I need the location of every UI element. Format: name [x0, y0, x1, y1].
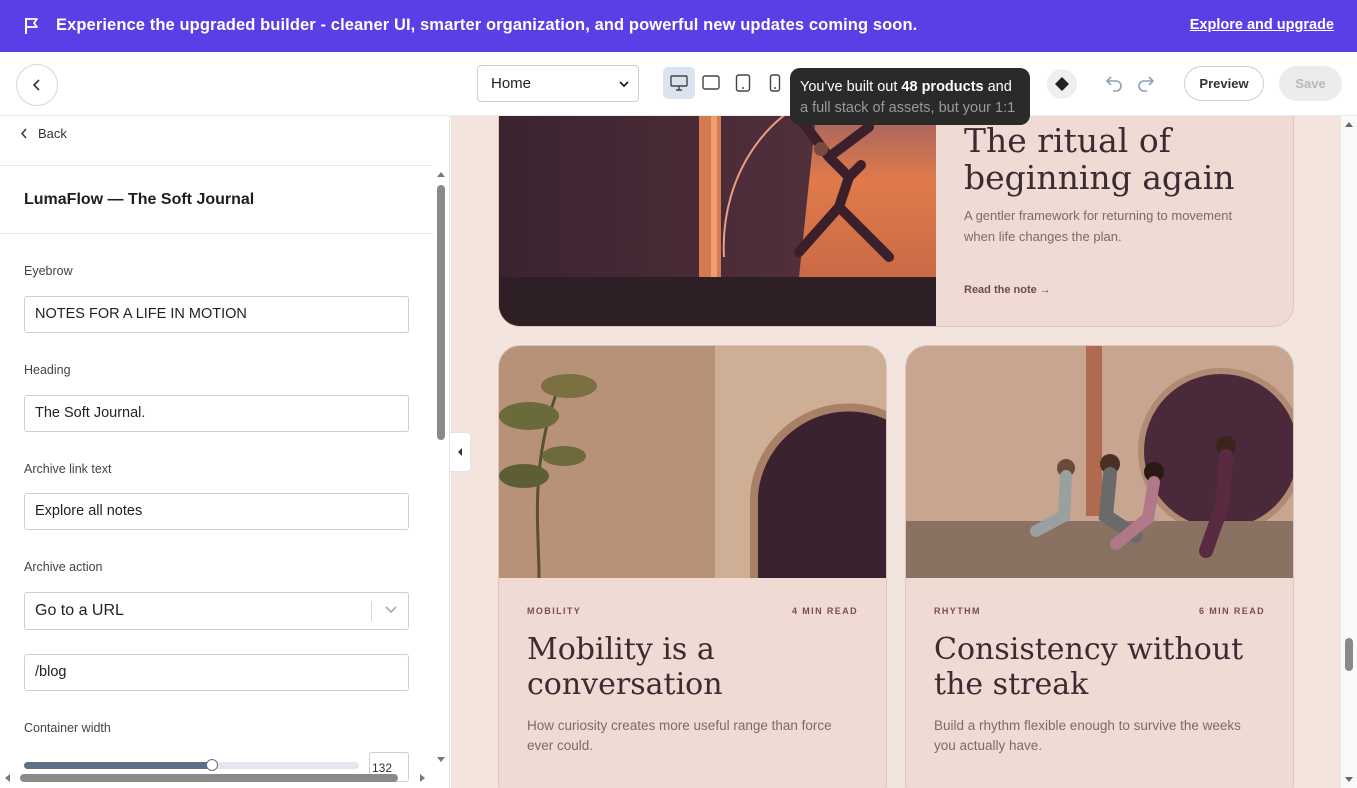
yoga-pose-illustration [499, 116, 936, 326]
divider [0, 233, 433, 234]
device-tablet-button[interactable] [727, 67, 759, 99]
collapse-sidebar-button[interactable] [450, 432, 471, 472]
tablet-icon [735, 74, 751, 92]
slider-fill [24, 762, 212, 769]
sidebar-back-link[interactable]: Back [20, 126, 67, 141]
page-select-value: Home [491, 75, 532, 92]
redo-icon[interactable] [1137, 74, 1155, 92]
chevron-left-icon [32, 79, 40, 91]
exit-editor-button[interactable] [16, 64, 58, 106]
heading-input[interactable]: The Soft Journal. [24, 395, 409, 432]
container-width-label: Container width [24, 721, 111, 735]
scroll-down-icon [437, 757, 445, 762]
post-read-time: 4 MIN READ [791, 606, 858, 616]
post-read-time: 6 MIN READ [1198, 606, 1265, 616]
tooltip-line-2: a full stack of assets, but your 1:1 [800, 100, 1016, 116]
eyebrow-input[interactable]: NOTES FOR A LIFE IN MOTION [24, 296, 409, 333]
post-card-image [499, 346, 886, 578]
flag-icon [25, 18, 38, 34]
read-note-link[interactable]: Read the note → [964, 284, 1051, 296]
chevron-left-icon [20, 128, 27, 139]
tooltip-line-1: You've built out 48 products and [800, 79, 1012, 95]
post-category: MOBILITY [527, 606, 582, 616]
arch-interior-illustration [499, 346, 886, 578]
preview-button[interactable]: Preview [1184, 66, 1264, 101]
upgrade-tooltip: You've built out 48 products and a full … [790, 68, 1030, 125]
post-card-rhythm[interactable]: RHYTHM 6 MIN READ Consistency without th… [905, 345, 1294, 788]
archive-link-text-input[interactable]: Explore all notes [24, 493, 409, 530]
page-canvas: The ritual of beginning again A gentler … [451, 116, 1341, 788]
device-tablet-landscape-button[interactable] [695, 67, 727, 99]
explore-upgrade-link[interactable]: Explore and upgrade [1190, 17, 1334, 33]
undo-icon[interactable] [1105, 74, 1123, 92]
group-stretch-illustration [906, 346, 1293, 578]
featured-post-image [499, 116, 936, 326]
section-title: LumaFlow — The Soft Journal [24, 191, 255, 208]
featured-post-card[interactable]: The ritual of beginning again A gentler … [498, 116, 1294, 327]
back-label: Back [38, 126, 67, 141]
featured-post-title: The ritual of beginning again [964, 121, 1235, 197]
post-card-image [906, 346, 1293, 578]
device-desktop-button[interactable] [663, 67, 695, 99]
diamond-icon [1055, 77, 1069, 91]
scrollbar-thumb[interactable] [20, 774, 398, 782]
archive-url-input[interactable]: /blog [24, 654, 409, 691]
page-select[interactable]: Home [477, 65, 639, 102]
settings-sidebar: Back LumaFlow — The Soft Journal Eyebrow… [0, 116, 450, 788]
desktop-icon [670, 75, 688, 91]
scrollbar-thumb[interactable] [1345, 638, 1353, 671]
sidebar-vertical-scrollbar[interactable] [434, 169, 448, 769]
save-button[interactable]: Save [1279, 66, 1342, 101]
post-title: Consistency without the streak [934, 632, 1244, 702]
caret-left-icon [458, 448, 462, 456]
post-description: Build a rhythm flexible enough to surviv… [934, 718, 1241, 753]
heading-label: Heading [24, 363, 71, 377]
scroll-up-icon [1345, 122, 1353, 127]
chevron-down-icon [385, 606, 397, 614]
slider-handle[interactable] [205, 759, 218, 771]
ai-assistant-button[interactable] [1047, 69, 1077, 99]
container-width-slider[interactable] [24, 759, 359, 771]
scroll-left-icon [5, 774, 10, 782]
post-card-mobility[interactable]: MOBILITY 4 MIN READ Mobility is a conver… [498, 345, 887, 788]
chevron-down-icon [619, 81, 629, 88]
editor-toolbar: Home You've built out 48 products and a … [0, 52, 1357, 125]
archive-action-value: Go to a URL [35, 602, 124, 619]
post-description: How curiosity creates more useful range … [527, 718, 832, 753]
device-mobile-button[interactable] [759, 67, 791, 99]
divider [0, 165, 433, 166]
device-switcher [663, 67, 791, 101]
eyebrow-label: Eyebrow [24, 264, 73, 278]
canvas-vertical-scrollbar[interactable] [1341, 116, 1357, 788]
scrollbar-thumb[interactable] [437, 185, 445, 440]
banner-message: Experience the upgraded builder - cleane… [56, 16, 918, 34]
tablet-landscape-icon [702, 75, 720, 90]
scroll-down-icon [1345, 777, 1353, 782]
post-title: Mobility is a conversation [527, 632, 723, 702]
archive-action-label: Archive action [24, 560, 103, 574]
announcement-banner: Experience the upgraded builder - cleane… [0, 0, 1357, 52]
sidebar-horizontal-scrollbar[interactable] [0, 771, 434, 785]
featured-post-description: A gentler framework for returning to mov… [964, 208, 1233, 244]
mobile-icon [769, 74, 781, 92]
archive-link-text-label: Archive link text [24, 462, 112, 476]
post-category: RHYTHM [934, 606, 981, 616]
select-separator [371, 601, 372, 621]
scroll-up-icon [437, 172, 445, 177]
scroll-right-icon [420, 774, 425, 782]
archive-action-select[interactable]: Go to a URL [24, 592, 409, 630]
